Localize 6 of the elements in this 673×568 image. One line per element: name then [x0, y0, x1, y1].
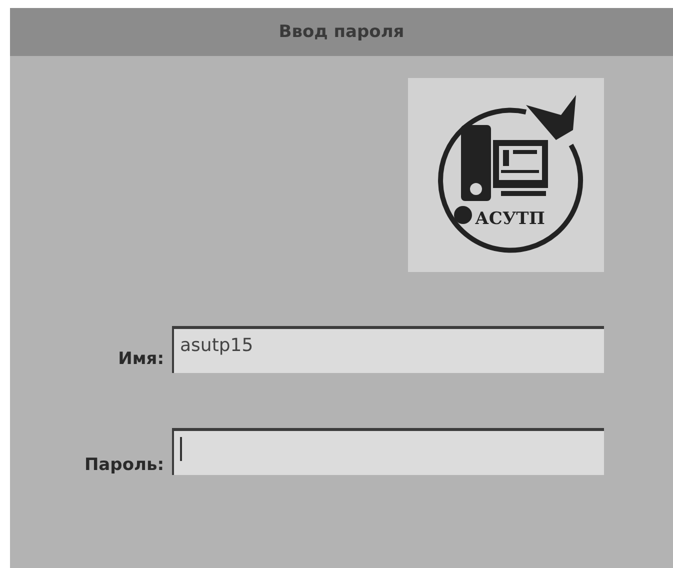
field-label: Пароль:	[83, 455, 165, 475]
window-title: Ввод пароля	[278, 22, 404, 42]
input-field[interactable]: asutp15	[172, 326, 604, 373]
field-label: Имя:	[117, 349, 165, 371]
logo-drawing: АСУТП	[421, 85, 591, 265]
input-field[interactable]	[172, 428, 604, 475]
